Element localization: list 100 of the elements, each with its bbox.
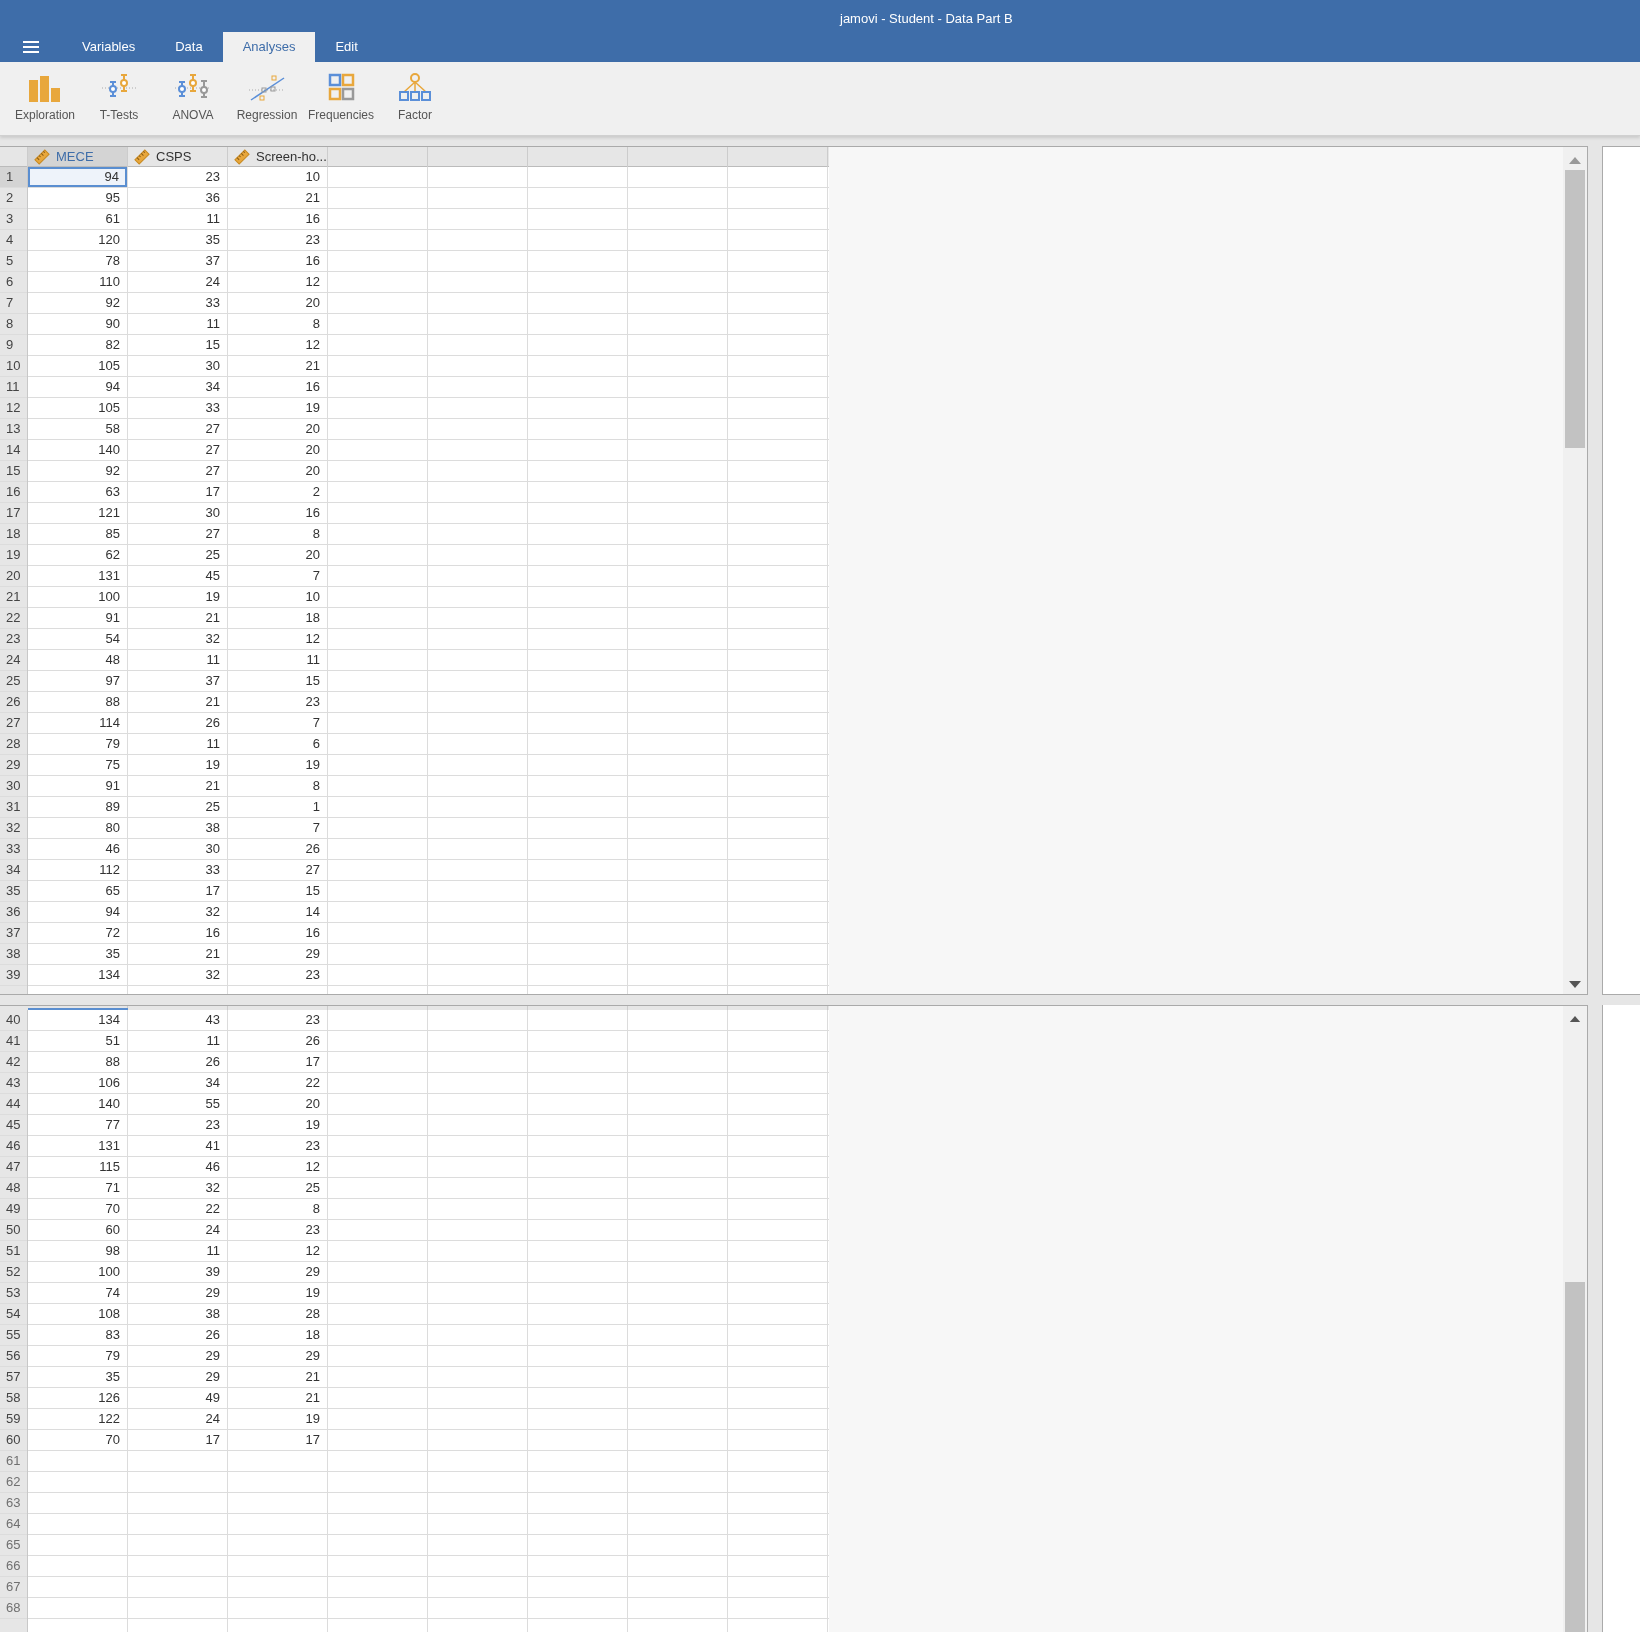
table-cell-text: 15 bbox=[204, 336, 221, 354]
row-number[interactable]: 57 bbox=[0, 1367, 27, 1387]
row-number[interactable]: 4 bbox=[0, 230, 27, 250]
scrollbar-thumb[interactable] bbox=[1565, 170, 1585, 448]
toolbar-button[interactable]: Factor bbox=[378, 68, 452, 135]
table-cell-text: 71 bbox=[104, 1179, 121, 1197]
table-cell-text: 58 bbox=[104, 420, 121, 438]
row-number[interactable]: 21 bbox=[0, 587, 27, 607]
row-number[interactable]: 52 bbox=[0, 1262, 27, 1282]
menu-tab[interactable]: Analyses bbox=[222, 32, 316, 62]
row-number[interactable]: 41 bbox=[0, 1031, 27, 1051]
row-number[interactable]: 50 bbox=[0, 1220, 27, 1240]
column-header[interactable]: MECE bbox=[28, 147, 127, 166]
toolbar-button[interactable]: ANOVA bbox=[156, 68, 230, 135]
row-number[interactable]: 8 bbox=[0, 314, 27, 334]
table-cell-text: 65 bbox=[104, 882, 121, 900]
column-header[interactable]: Screen-ho... bbox=[228, 147, 328, 166]
row-number[interactable]: 39 bbox=[0, 965, 27, 985]
row-number[interactable]: 67 bbox=[0, 1577, 27, 1597]
row-number[interactable]: 66 bbox=[0, 1556, 27, 1576]
row-number[interactable]: 15 bbox=[0, 461, 27, 481]
row-number[interactable]: 12 bbox=[0, 398, 27, 418]
table-cell-text: 45 bbox=[204, 567, 221, 585]
row-number[interactable]: 61 bbox=[0, 1451, 27, 1471]
toolbar-button[interactable]: Frequencies bbox=[304, 68, 378, 135]
row-number[interactable]: 36 bbox=[0, 902, 27, 922]
row-number[interactable]: 24 bbox=[0, 650, 27, 670]
row-number[interactable]: 3 bbox=[0, 209, 27, 229]
row-number[interactable]: 2 bbox=[0, 188, 27, 208]
row-number[interactable]: 5 bbox=[0, 251, 27, 271]
row-number[interactable]: 38 bbox=[0, 944, 27, 964]
row-number[interactable]: 53 bbox=[0, 1283, 27, 1303]
row-number[interactable]: 56 bbox=[0, 1346, 27, 1366]
row-number[interactable]: 25 bbox=[0, 671, 27, 691]
toolbar-button[interactable]: Exploration bbox=[8, 68, 82, 135]
row-number[interactable]: 10 bbox=[0, 356, 27, 376]
row-number[interactable]: 48 bbox=[0, 1178, 27, 1198]
row-number[interactable]: 19 bbox=[0, 545, 27, 565]
row-number[interactable]: 60 bbox=[0, 1430, 27, 1450]
row-number[interactable]: 7 bbox=[0, 293, 27, 313]
row-number[interactable]: 11 bbox=[0, 377, 27, 397]
row-number[interactable]: 18 bbox=[0, 524, 27, 544]
row-number[interactable]: 59 bbox=[0, 1409, 27, 1429]
menu-icon[interactable] bbox=[23, 41, 39, 53]
table-cell-text: 34 bbox=[204, 1074, 221, 1092]
row-number[interactable]: 46 bbox=[0, 1136, 27, 1156]
row-number[interactable]: 47 bbox=[0, 1157, 27, 1177]
row-number[interactable]: 42 bbox=[0, 1052, 27, 1072]
row-number[interactable]: 65 bbox=[0, 1535, 27, 1555]
row-number[interactable]: 9 bbox=[0, 335, 27, 355]
row-number[interactable]: 34 bbox=[0, 860, 27, 880]
row-number[interactable]: 33 bbox=[0, 839, 27, 859]
row-number[interactable]: 45 bbox=[0, 1115, 27, 1135]
row-number[interactable]: 37 bbox=[0, 923, 27, 943]
row-number[interactable]: 44 bbox=[0, 1094, 27, 1114]
column-header[interactable]: CSPS bbox=[128, 147, 228, 166]
row-number[interactable]: 32 bbox=[0, 818, 27, 838]
row-number[interactable]: 64 bbox=[0, 1514, 27, 1534]
row-number[interactable]: 1 bbox=[0, 167, 27, 187]
row-number[interactable]: 62 bbox=[0, 1472, 27, 1492]
row-number[interactable]: 17 bbox=[0, 503, 27, 523]
table-cell-text: 8 bbox=[311, 777, 321, 795]
table-cell-text: 140 bbox=[97, 441, 121, 459]
row-number[interactable]: 35 bbox=[0, 881, 27, 901]
row-number[interactable]: 31 bbox=[0, 797, 27, 817]
table-cell-text: 19 bbox=[304, 1116, 321, 1134]
row-number[interactable]: 51 bbox=[0, 1241, 27, 1261]
row-number[interactable]: 20 bbox=[0, 566, 27, 586]
scrollbar-thumb[interactable] bbox=[1565, 1282, 1585, 1632]
table-cell-text: 27 bbox=[204, 525, 221, 543]
table-cell-text: 23 bbox=[304, 1011, 321, 1029]
scrollbar[interactable] bbox=[1563, 147, 1587, 994]
row-number[interactable]: 30 bbox=[0, 776, 27, 796]
row-number[interactable]: 16 bbox=[0, 482, 27, 502]
row-number[interactable]: 13 bbox=[0, 419, 27, 439]
row-number[interactable]: 68 bbox=[0, 1598, 27, 1618]
toolbar-button[interactable]: Regression bbox=[230, 68, 304, 135]
row-number[interactable]: 23 bbox=[0, 629, 27, 649]
scroll-down-icon[interactable] bbox=[1569, 981, 1581, 988]
menu-tab[interactable]: Edit bbox=[315, 32, 378, 62]
row-number[interactable]: 26 bbox=[0, 692, 27, 712]
row-number[interactable]: 43 bbox=[0, 1073, 27, 1093]
row-number[interactable]: 49 bbox=[0, 1199, 27, 1219]
row-number[interactable]: 14 bbox=[0, 440, 27, 460]
row-number[interactable]: 29 bbox=[0, 755, 27, 775]
row-number[interactable]: 55 bbox=[0, 1325, 27, 1345]
row-number[interactable]: 54 bbox=[0, 1304, 27, 1324]
row-number[interactable]: 58 bbox=[0, 1388, 27, 1408]
row-number[interactable]: 27 bbox=[0, 713, 27, 733]
menu-tab[interactable]: Data bbox=[155, 32, 223, 62]
row-number[interactable]: 6 bbox=[0, 272, 27, 292]
scrollbar[interactable] bbox=[1563, 1006, 1587, 1632]
row-number[interactable]: 22 bbox=[0, 608, 27, 628]
scroll-up-icon[interactable] bbox=[1569, 1016, 1581, 1023]
row-number[interactable]: 63 bbox=[0, 1493, 27, 1513]
row-number[interactable]: 40 bbox=[0, 1010, 27, 1030]
menu-tab[interactable]: Variables bbox=[62, 32, 156, 62]
toolbar-button[interactable]: T-Tests bbox=[82, 68, 156, 135]
table-cell-text: 30 bbox=[204, 840, 221, 858]
row-number[interactable]: 28 bbox=[0, 734, 27, 754]
